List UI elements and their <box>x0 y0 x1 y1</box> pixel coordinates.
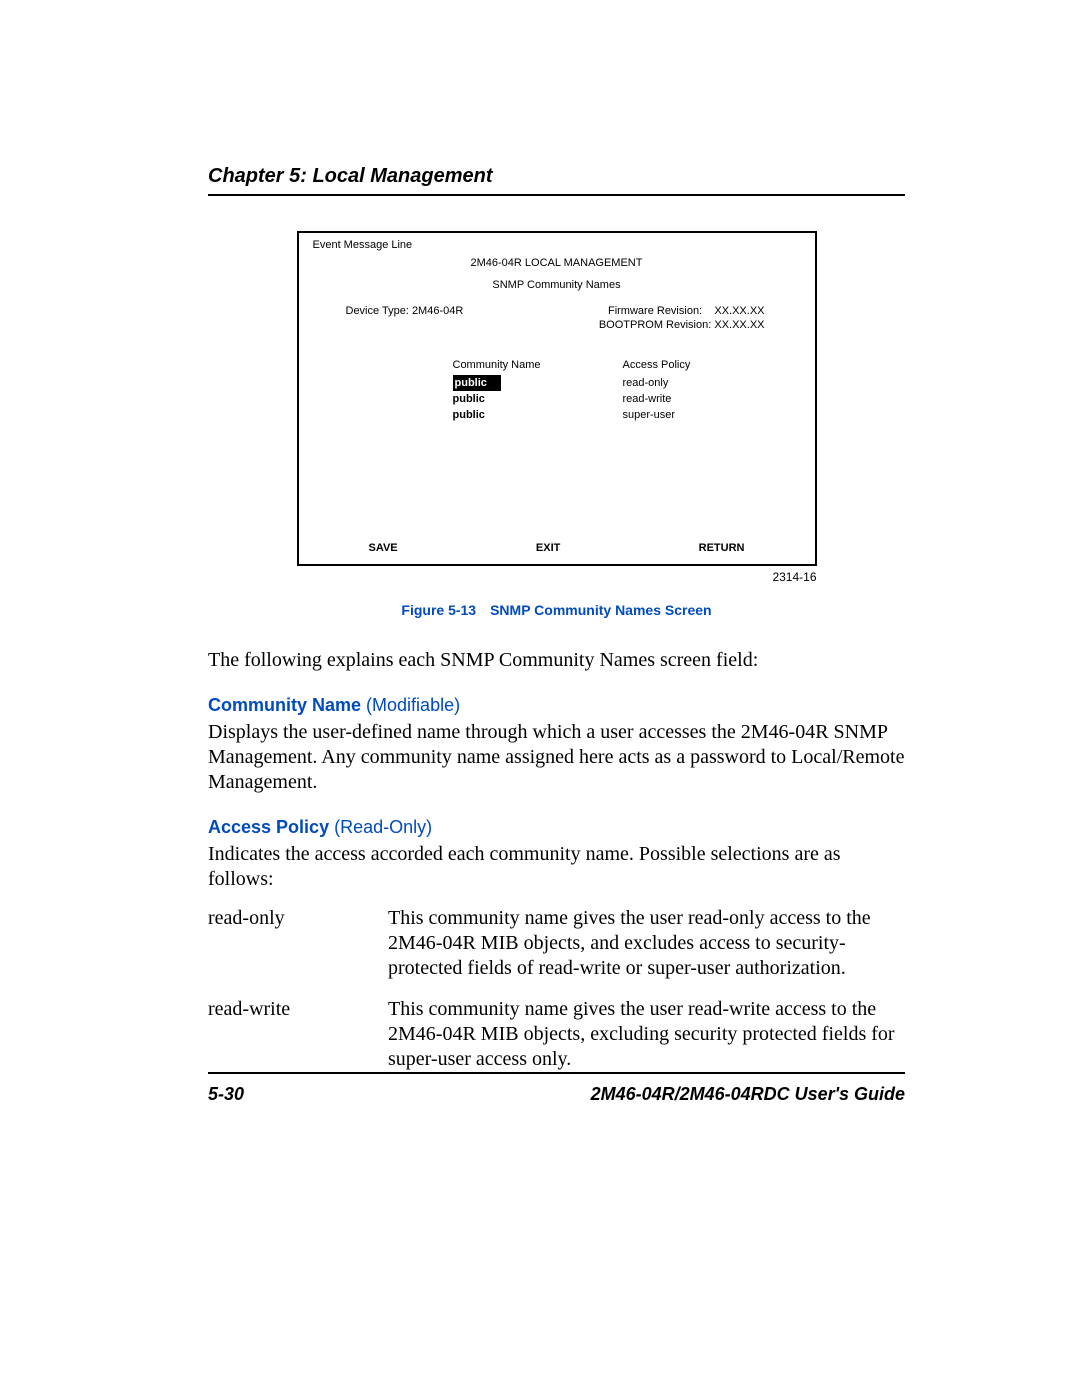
page-footer: 5-30 2M46-04R/2M46-04RDC User's Guide <box>208 1072 905 1105</box>
event-message-line: Event Message Line <box>313 239 801 251</box>
community-name-desc: Displays the user-defined name through w… <box>208 720 905 795</box>
page-number: 5-30 <box>208 1084 244 1105</box>
community-name-heading: Community Name (Modifiable) <box>208 695 905 716</box>
save-button[interactable]: SAVE <box>369 542 398 554</box>
bootprom-value: XX.XX.XX <box>714 319 764 331</box>
community-name-row-0[interactable]: public <box>453 375 623 391</box>
definition-desc-0: This community name gives the user read-… <box>388 906 905 997</box>
snmp-screen-box: Event Message Line 2M46-04R LOCAL MANAGE… <box>297 231 817 566</box>
bootprom-label: BOOTPROM Revision: <box>599 319 711 331</box>
screen-title: 2M46-04R LOCAL MANAGEMENT <box>313 257 801 269</box>
access-policy-desc: Indicates the access accorded each commu… <box>208 842 905 892</box>
figure-caption: Figure 5-13 SNMP Community Names Screen <box>208 602 905 618</box>
access-policy-row-2: super-user <box>623 407 691 423</box>
access-policy-modifier: (Read-Only) <box>334 817 432 837</box>
column-header-access-policy: Access Policy <box>623 357 691 375</box>
community-name-label: Community Name <box>208 695 361 715</box>
bootprom-revision: BOOTPROM Revision: XX.XX.XX <box>599 319 801 331</box>
access-definitions-table: read-only This community name gives the … <box>208 906 905 1088</box>
column-header-community-name: Community Name <box>453 357 623 375</box>
device-type-label: Device Type: 2M46-04R <box>313 305 464 317</box>
definition-term-0: read-only <box>208 906 388 997</box>
header-rule <box>208 194 905 196</box>
community-name-modifier: (Modifiable) <box>366 695 460 715</box>
community-name-row-2[interactable]: public <box>453 407 623 423</box>
chapter-title: Chapter 5: Local Management <box>208 165 905 188</box>
firmware-value: XX.XX.XX <box>714 305 764 317</box>
definition-row-0: read-only This community name gives the … <box>208 906 905 997</box>
access-policy-label: Access Policy <box>208 817 329 837</box>
doc-title: 2M46-04R/2M46-04RDC User's Guide <box>591 1084 905 1105</box>
access-policy-heading: Access Policy (Read-Only) <box>208 817 905 838</box>
firmware-label: Firmware Revision: <box>608 305 702 317</box>
community-name-row-1[interactable]: public <box>453 391 623 407</box>
firmware-revision: Firmware Revision: XX.XX.XX <box>608 305 801 317</box>
access-policy-row-1: read-write <box>623 391 691 407</box>
return-button[interactable]: RETURN <box>699 542 745 554</box>
screen-subtitle: SNMP Community Names <box>313 279 801 291</box>
figure-number: 2314-16 <box>287 570 827 584</box>
exit-button[interactable]: EXIT <box>536 542 560 554</box>
access-policy-row-0: read-only <box>623 375 691 391</box>
intro-text: The following explains each SNMP Communi… <box>208 648 905 673</box>
footer-rule <box>208 1072 905 1074</box>
